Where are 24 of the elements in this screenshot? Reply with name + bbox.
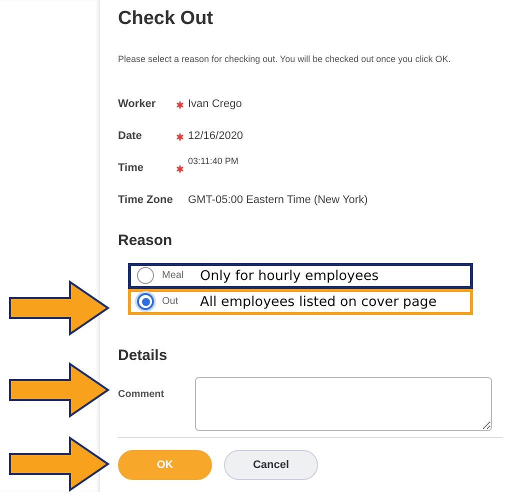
comment-field[interactable] bbox=[195, 377, 492, 432]
field-label: Comment bbox=[118, 388, 166, 402]
field-label: Worker bbox=[118, 97, 157, 112]
field-value: 12/16/2020 bbox=[188, 129, 244, 144]
field-value: GMT-05:00 Eastern Time (New York) bbox=[188, 193, 368, 208]
field-value: Ivan Crego bbox=[188, 97, 242, 112]
arrow-icon bbox=[8, 436, 110, 492]
radio-label: Out bbox=[162, 295, 180, 310]
field-label: Time bbox=[118, 161, 144, 176]
cancel-button[interactable]: Cancel bbox=[224, 450, 318, 480]
arrow-icon bbox=[8, 362, 110, 418]
annotation-text: All employees listed on cover page bbox=[200, 292, 437, 312]
page-title: Check Out bbox=[118, 8, 214, 31]
section-heading: Details bbox=[118, 346, 168, 366]
radio-button[interactable] bbox=[137, 293, 154, 310]
instruction-text: Please select a reason for checking out. You will be checked out once you click OK. bbox=[118, 52, 452, 66]
field-label: Time Zone bbox=[118, 193, 174, 208]
field-label: Date bbox=[118, 129, 143, 144]
field-value: 03:11:40 PM bbox=[188, 155, 238, 168]
radio-label: Meal bbox=[162, 269, 185, 284]
radio-button[interactable] bbox=[137, 267, 154, 284]
arrow-icon bbox=[8, 280, 110, 336]
annotation-text: Only for hourly employees bbox=[200, 266, 379, 286]
section-heading: Reason bbox=[118, 231, 174, 252]
